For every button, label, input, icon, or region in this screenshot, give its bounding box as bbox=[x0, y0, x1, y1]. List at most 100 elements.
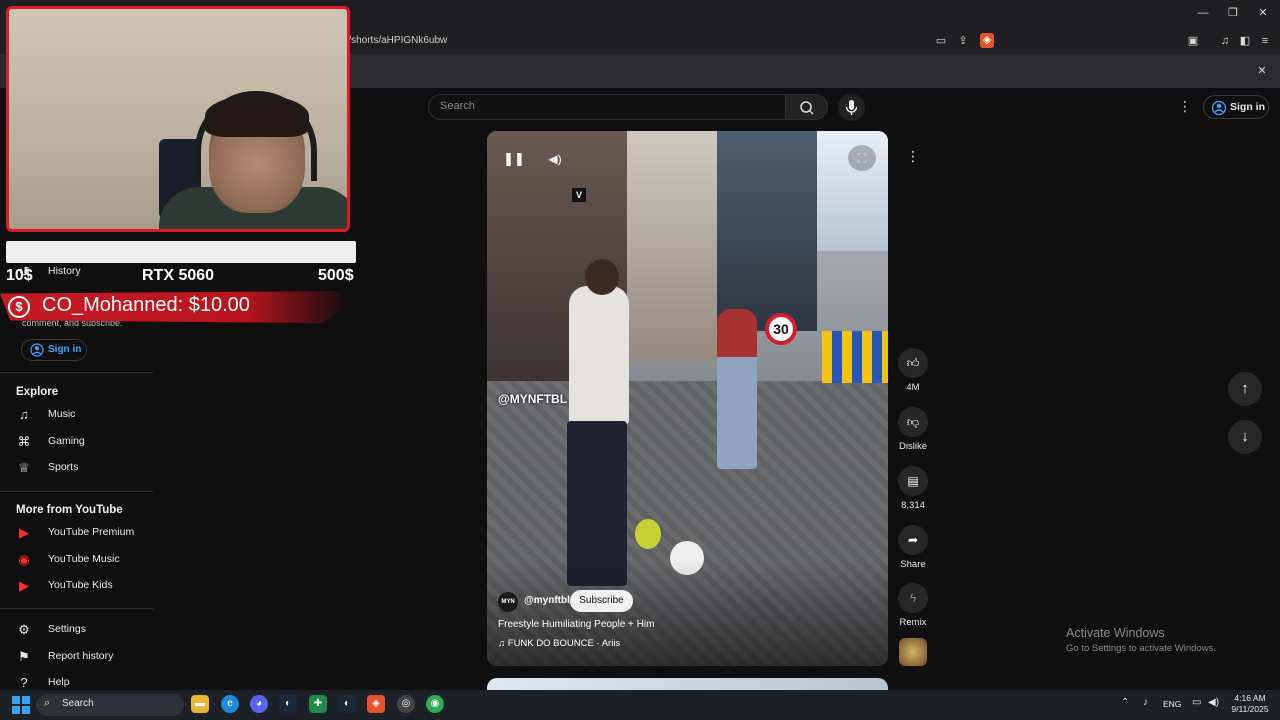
sign-in-label: Sign in bbox=[1230, 101, 1265, 113]
youtube-kids-icon: ▶ bbox=[19, 578, 29, 593]
video-more-icon[interactable]: ⋮ bbox=[905, 148, 921, 168]
restore-button[interactable]: ❐ bbox=[1226, 6, 1240, 20]
previous-video-button[interactable]: ↑ bbox=[1228, 372, 1262, 406]
share-label: Share bbox=[900, 559, 926, 570]
like-count: 4M bbox=[906, 382, 920, 393]
donation-text: CO_Mohanned: $10.00 bbox=[42, 294, 250, 316]
scene-barrier bbox=[822, 331, 888, 383]
divider bbox=[0, 491, 153, 492]
sidebar-sign-in-button[interactable]: Sign in bbox=[21, 339, 87, 361]
divider bbox=[0, 608, 153, 609]
channel-avatar[interactable]: MYN bbox=[498, 592, 518, 612]
file-explorer-icon[interactable]: ▬ bbox=[191, 695, 209, 713]
voice-search-button[interactable] bbox=[838, 94, 865, 121]
sidebar-toggle-icon[interactable]: ◧ bbox=[1238, 34, 1252, 48]
sidebar-item-youtube-kids[interactable]: ▶ YouTube Kids bbox=[16, 576, 153, 596]
excel-icon[interactable]: ✚ bbox=[309, 695, 327, 713]
explore-heading: Explore bbox=[16, 386, 59, 398]
sound-thumbnail[interactable] bbox=[899, 638, 927, 666]
fullscreen-icon[interactable]: ⛶ bbox=[848, 145, 876, 171]
minimize-button[interactable]: — bbox=[1196, 6, 1210, 20]
activate-windows-watermark: Activate Windows Go to Settings to activ… bbox=[1066, 626, 1266, 654]
discord-icon[interactable]: ◕ bbox=[250, 695, 268, 713]
webcam-overlay bbox=[6, 6, 350, 232]
activate-title: Activate Windows bbox=[1066, 626, 1165, 640]
gear-icon: ⚙ bbox=[18, 622, 30, 637]
sidebar-item-label: YouTube Kids bbox=[48, 579, 113, 591]
sidebar-item-label: Music bbox=[48, 408, 76, 420]
speed-sign: 30 bbox=[765, 313, 797, 345]
microphone-icon[interactable]: ♪ bbox=[1143, 697, 1148, 708]
mic-icon bbox=[845, 100, 858, 115]
video-music[interactable]: ♫ FUNK DO BOUNCE · Ariis bbox=[498, 638, 620, 649]
sidebar-item-youtube-music[interactable]: ◉ YouTube Music bbox=[16, 550, 153, 570]
help-icon: ? bbox=[20, 675, 28, 690]
flag-icon: ⚑ bbox=[18, 649, 30, 664]
music-note-icon: ♫ bbox=[19, 407, 29, 422]
channel-handle[interactable]: @mynftbl bbox=[524, 595, 570, 606]
language-indicator[interactable]: ENG bbox=[1163, 699, 1181, 709]
comment-icon: ▤ bbox=[898, 466, 928, 496]
scene-building bbox=[627, 131, 717, 361]
remix-label: Remix bbox=[899, 617, 927, 628]
tab-search-icon[interactable]: ▣ bbox=[1186, 34, 1200, 48]
chevron-up-icon[interactable]: ⌃ bbox=[1121, 697, 1129, 708]
next-video-preview[interactable] bbox=[487, 678, 888, 690]
goal-current: 10$ bbox=[6, 267, 33, 284]
brave-icon[interactable]: ◈ bbox=[367, 695, 385, 713]
sidebar-item-gaming[interactable]: ⌘ Gaming bbox=[16, 432, 153, 452]
subscribe-button[interactable]: Subscribe bbox=[570, 590, 633, 612]
taskbar-search-label: Search bbox=[62, 698, 94, 709]
sidebar-item-youtube-premium[interactable]: ▶ YouTube Premium bbox=[16, 523, 153, 543]
taskbar-search[interactable]: ⌕ Search bbox=[36, 694, 184, 716]
steam-icon[interactable]: ◐ bbox=[279, 695, 297, 713]
sidebar-item-report-history[interactable]: ⚑ Report history bbox=[16, 647, 153, 667]
brave-shield-icon[interactable]: ◈ bbox=[980, 33, 994, 48]
sidebar-item-label: YouTube Music bbox=[48, 553, 120, 565]
activate-subtitle: Go to Settings to activate Windows. bbox=[1066, 643, 1216, 654]
sign-in-button[interactable]: Sign in bbox=[1203, 95, 1269, 119]
video-watermark: @MYNFTBL bbox=[498, 392, 568, 406]
sidebar-item-settings[interactable]: ⚙ Settings bbox=[16, 620, 153, 640]
video-title[interactable]: Freestyle Humiliating People + Him bbox=[498, 619, 654, 630]
dislike-label: Dislike bbox=[899, 441, 927, 452]
windows-start-icon[interactable] bbox=[12, 696, 30, 714]
scene-person-head bbox=[585, 259, 619, 295]
sidebar-item-music[interactable]: ♫ Music bbox=[16, 405, 153, 425]
media-icon[interactable]: ♫ bbox=[1218, 34, 1232, 48]
chrome-icon[interactable]: ◉ bbox=[426, 695, 444, 713]
scene-ball bbox=[635, 519, 661, 549]
next-video-button[interactable]: ↓ bbox=[1228, 420, 1262, 454]
close-panel-button[interactable]: ✕ bbox=[1255, 64, 1269, 78]
search-icon bbox=[800, 101, 814, 115]
network-icon[interactable]: ▭ bbox=[1192, 697, 1201, 708]
edge-icon[interactable]: e bbox=[221, 695, 239, 713]
remix-icon: ϟ bbox=[898, 583, 928, 613]
menu-icon[interactable]: ≡ bbox=[1258, 34, 1272, 48]
youtube-music-icon: ◉ bbox=[18, 552, 30, 567]
account-icon bbox=[1211, 100, 1227, 116]
steam-icon[interactable]: ◐ bbox=[338, 695, 356, 713]
sidebar-sign-in-label: Sign in bbox=[48, 344, 82, 355]
url-text[interactable]: m/shorts/aHPIGNk6ubw bbox=[340, 33, 980, 49]
obs-icon[interactable]: ◎ bbox=[397, 695, 415, 713]
sidebar-item-sports[interactable]: ♕ Sports bbox=[16, 458, 153, 478]
video-gradient bbox=[487, 561, 888, 666]
search-input[interactable]: Search bbox=[428, 94, 786, 120]
settings-more-icon[interactable]: ⋮ bbox=[1178, 98, 1192, 116]
thumbs-up-icon: 👍︎ bbox=[898, 348, 928, 378]
sidebar-item-label: YouTube Premium bbox=[48, 526, 135, 538]
sidebar-item-label: Report history bbox=[48, 650, 114, 662]
comments-count: 8,314 bbox=[901, 500, 925, 511]
clock[interactable]: 4:16 AM 9/11/2025 bbox=[1228, 693, 1272, 715]
dollar-icon: $ bbox=[8, 296, 30, 318]
trophy-icon: ♕ bbox=[18, 460, 30, 475]
volume-icon[interactable]: ◀) bbox=[1208, 697, 1219, 708]
close-window-button[interactable]: ✕ bbox=[1256, 6, 1270, 20]
pause-button[interactable]: ❚❚ bbox=[503, 148, 525, 170]
volume-icon[interactable]: ◀) bbox=[545, 148, 565, 170]
search-button[interactable] bbox=[786, 94, 828, 120]
search-placeholder: Search bbox=[440, 100, 475, 112]
goal-title: RTX 5060 bbox=[142, 267, 215, 284]
account-icon bbox=[30, 343, 44, 357]
